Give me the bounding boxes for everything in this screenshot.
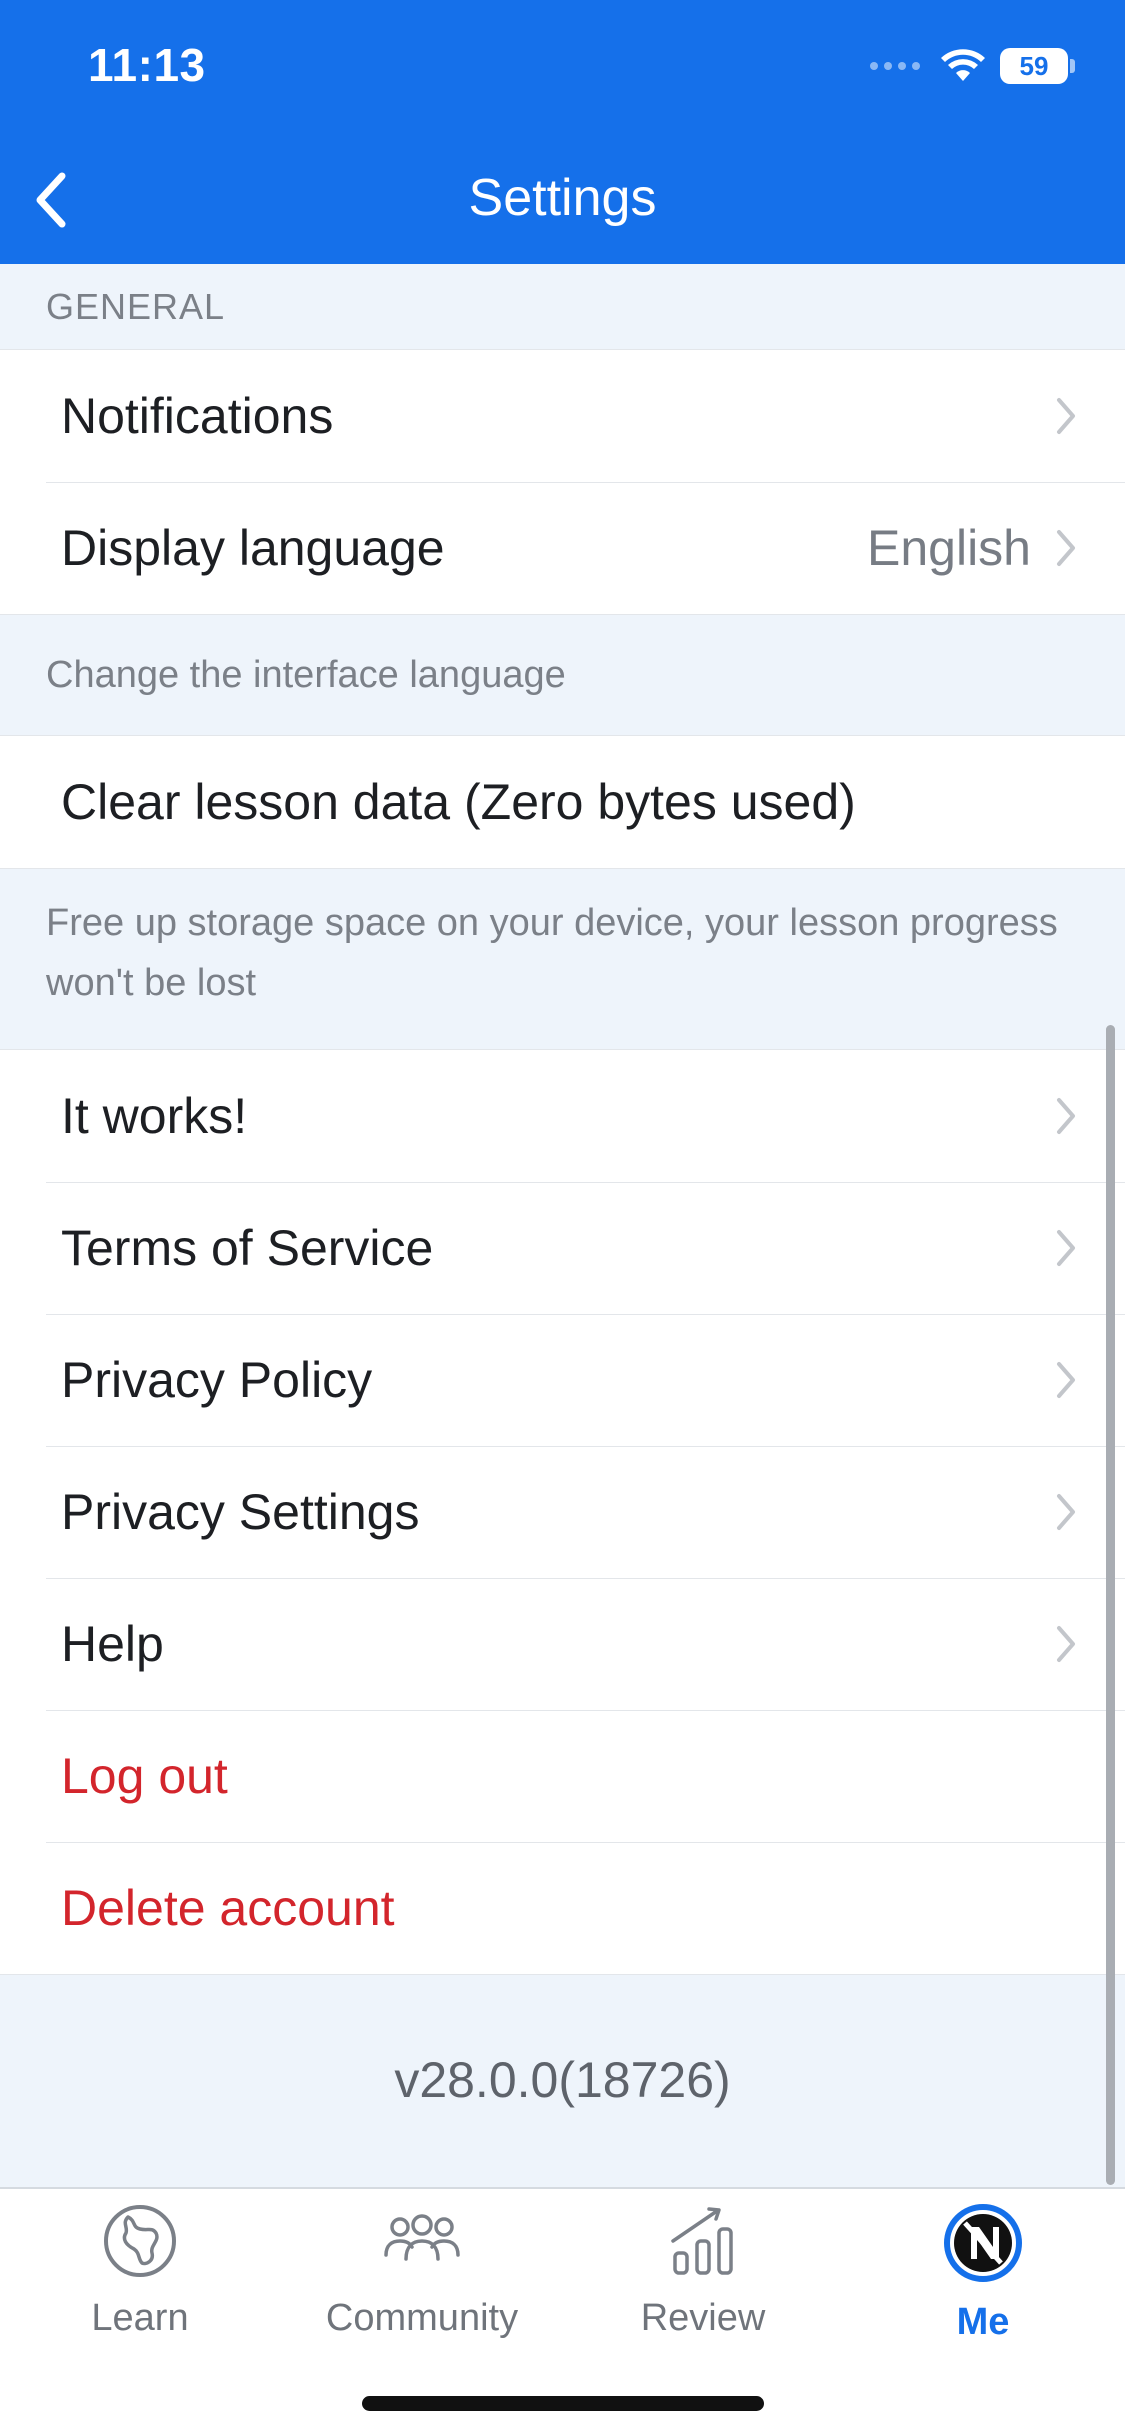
scrollbar[interactable] — [1106, 1025, 1115, 2185]
tab-me-label: Me — [956, 2301, 1010, 2343]
tab-community-label: Community — [325, 2297, 519, 2339]
settings-screen: 11:13 59 Settings GENERAL Notifications … — [0, 0, 1125, 2436]
privacy-settings-row[interactable]: Privacy Settings — [0, 1446, 1125, 1578]
bar-chart-icon — [671, 2207, 733, 2275]
log-out-button[interactable]: Log out — [0, 1710, 1125, 1842]
globe-icon — [104, 2205, 176, 2277]
it-works-label: It works! — [61, 1088, 248, 1144]
battery-level: 59 — [1019, 50, 1049, 81]
settings-list: GENERAL Notifications Display language E… — [0, 264, 1125, 2185]
chevron-right-icon — [1057, 530, 1075, 566]
status-indicators: 59 — [870, 48, 1075, 84]
display-language-value: English — [867, 520, 1031, 576]
wifi-icon — [941, 49, 985, 81]
chevron-right-icon — [1057, 1626, 1075, 1662]
privacy-policy-row[interactable]: Privacy Policy — [0, 1314, 1125, 1446]
tab-learn-label: Learn — [91, 2297, 189, 2339]
terms-of-service-row[interactable]: Terms of Service — [0, 1182, 1125, 1314]
tab-review-label: Review — [640, 2297, 766, 2339]
avatar — [944, 2204, 1022, 2282]
tab-community[interactable]: Community — [297, 2203, 547, 2373]
display-language-label: Display language — [61, 520, 445, 576]
tab-me[interactable]: Me — [858, 2203, 1108, 2373]
it-works-row[interactable]: It works! — [0, 1050, 1125, 1182]
notifications-row[interactable]: Notifications — [0, 350, 1125, 482]
clear-lesson-data-row[interactable]: Clear lesson data (Zero bytes used) — [0, 736, 1125, 868]
home-indicator — [362, 2396, 764, 2411]
storage-group: Clear lesson data (Zero bytes used) — [0, 735, 1125, 869]
links-group: It works! Terms of Service Privacy Polic… — [0, 1049, 1125, 1975]
chevron-right-icon — [1057, 1494, 1075, 1530]
chevron-right-icon — [1057, 1362, 1075, 1398]
log-out-label: Log out — [61, 1748, 228, 1804]
privacy-policy-label: Privacy Policy — [61, 1352, 373, 1408]
display-language-row[interactable]: Display language English — [0, 482, 1125, 614]
cellular-signal-icon — [870, 62, 920, 70]
general-group: Notifications Display language English — [0, 349, 1125, 615]
help-label: Help — [61, 1616, 164, 1672]
delete-account-button[interactable]: Delete account — [0, 1842, 1125, 1974]
page-title: Settings — [468, 169, 657, 227]
chevron-right-icon — [1057, 1098, 1075, 1134]
status-time: 11:13 — [88, 39, 206, 91]
language-note: Change the interface language — [46, 654, 566, 696]
help-row[interactable]: Help — [0, 1578, 1125, 1710]
delete-account-label: Delete account — [61, 1880, 395, 1936]
storage-note: Free up storage space on your device, yo… — [46, 902, 1058, 1004]
notifications-label: Notifications — [61, 388, 334, 444]
section-header-general: GENERAL — [46, 285, 226, 327]
privacy-settings-label: Privacy Settings — [61, 1484, 420, 1540]
chevron-right-icon — [1057, 398, 1075, 434]
app-header: 11:13 59 Settings — [0, 0, 1125, 264]
terms-of-service-label: Terms of Service — [61, 1220, 434, 1276]
app-version: v28.0.0(18726) — [394, 2052, 731, 2108]
people-icon — [384, 2214, 460, 2261]
battery-icon: 59 — [1000, 48, 1075, 84]
tab-learn[interactable]: Learn — [15, 2203, 265, 2373]
tab-review[interactable]: Review — [578, 2203, 828, 2373]
clear-lesson-data-label: Clear lesson data (Zero bytes used) — [61, 774, 856, 830]
chevron-right-icon — [1057, 1230, 1075, 1266]
